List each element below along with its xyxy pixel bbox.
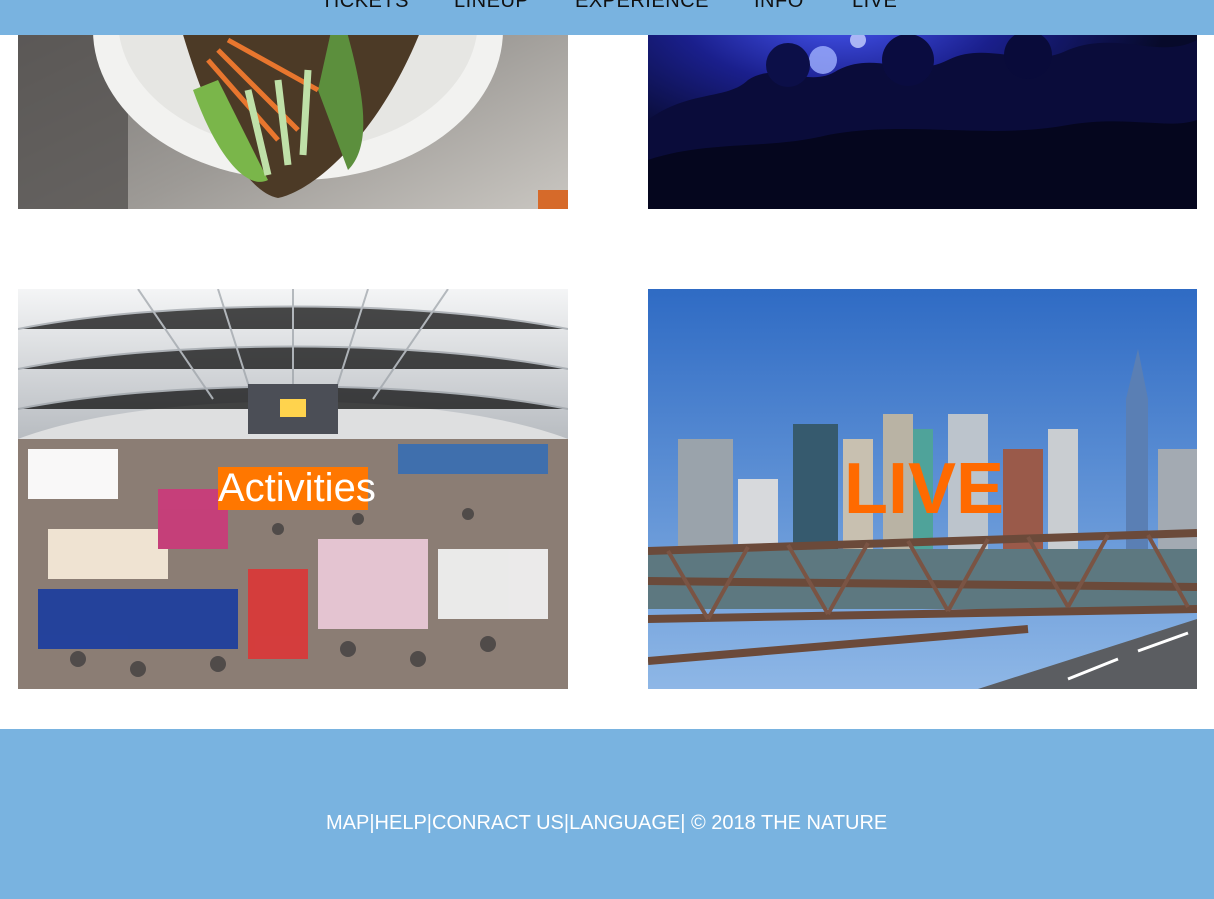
footer: MAP|HELP|CONRACT US|LANGUAGE| © 2018 THE… [0,729,1214,899]
footer-link-contact[interactable]: CONRACT US [432,812,564,834]
top-navigation: TICKETS LINEUP EXPERIENCE INFO LIVE [0,0,1214,35]
nav-live[interactable]: LIVE [852,0,897,11]
nav-info[interactable]: INFO [754,0,804,11]
nav-lineup[interactable]: LINEUP [454,0,529,11]
footer-link-help[interactable]: HELP [375,812,427,834]
copyright-text: © 2018 THE NATURE [685,812,888,834]
activities-tile[interactable]: Activities [18,289,568,689]
nav-experience[interactable]: EXPERIENCE [575,0,709,11]
footer-links: MAP|HELP|CONRACT US|LANGUAGE| © 2018 THE… [326,811,887,835]
live-tile[interactable]: LIVE [648,289,1197,689]
activities-label[interactable]: Activities [218,467,376,510]
footer-link-language[interactable]: LANGUAGE [569,812,680,834]
page: TICKETS LINEUP EXPERIENCE INFO LIVE Acti… [0,0,1214,899]
nav-tickets[interactable]: TICKETS [321,0,409,11]
footer-link-map[interactable]: MAP [326,812,369,834]
live-label[interactable]: LIVE [844,449,1004,529]
